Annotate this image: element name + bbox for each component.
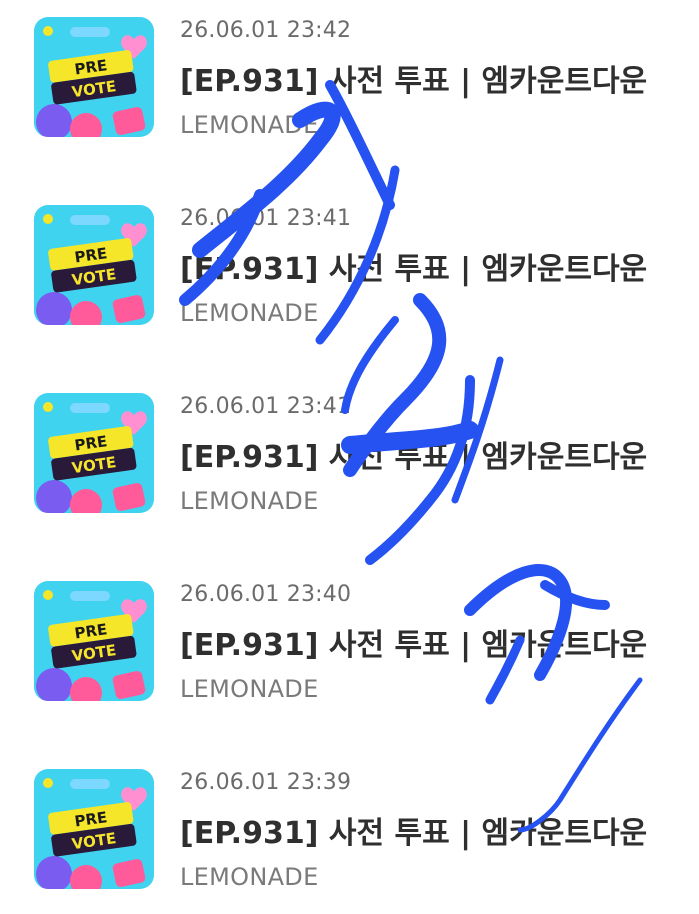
- thumbnail-art: PRE VOTE: [34, 393, 154, 513]
- pre-vote-thumbnail: PRE VOTE: [34, 769, 154, 889]
- pre-vote-thumbnail: PRE VOTE: [34, 581, 154, 701]
- artist-name: LEMONADE: [180, 111, 319, 139]
- artist-name: LEMONADE: [180, 299, 319, 327]
- item-title: [EP.931] 사전 투표 | 엠카운트다운: [180, 628, 648, 663]
- item-title: [EP.931] 사전 투표 | 엠카운트다운: [180, 816, 648, 851]
- artist-name: LEMONADE: [180, 487, 319, 515]
- item-title: [EP.931] 사전 투표 | 엠카운트다운: [180, 64, 648, 99]
- thumbnail-art: PRE VOTE: [34, 17, 154, 137]
- thumbnail-art: PRE VOTE: [34, 769, 154, 889]
- artist-name: LEMONADE: [180, 863, 319, 891]
- timestamp: 26.06.01 23:40: [180, 582, 352, 607]
- timestamp: 26.06.01 23:41: [180, 206, 352, 231]
- list-item[interactable]: PRE VOTE 26.06.01 23:42 [EP.931] 사전 투표 |…: [0, 0, 699, 140]
- list-item[interactable]: PRE VOTE 26.06.01 23:41 [EP.931] 사전 투표 |…: [0, 376, 699, 516]
- item-title: [EP.931] 사전 투표 | 엠카운트다운: [180, 252, 648, 287]
- vote-history-list: PRE VOTE 26.06.01 23:42 [EP.931] 사전 투표 |…: [0, 0, 699, 914]
- list-item[interactable]: PRE VOTE 26.06.01 23:40 [EP.931] 사전 투표 |…: [0, 564, 699, 704]
- timestamp: 26.06.01 23:42: [180, 18, 352, 43]
- item-title: [EP.931] 사전 투표 | 엠카운트다운: [180, 440, 648, 475]
- thumbnail-art: PRE VOTE: [34, 205, 154, 325]
- timestamp: 26.06.01 23:41: [180, 394, 352, 419]
- artist-name: LEMONADE: [180, 675, 319, 703]
- list-item[interactable]: PRE VOTE 26.06.01 23:39 [EP.931] 사전 투표 |…: [0, 752, 699, 892]
- pre-vote-thumbnail: PRE VOTE: [34, 393, 154, 513]
- pre-vote-thumbnail: PRE VOTE: [34, 17, 154, 137]
- list-item[interactable]: PRE VOTE 26.06.01 23:41 [EP.931] 사전 투표 |…: [0, 188, 699, 328]
- thumbnail-art: PRE VOTE: [34, 581, 154, 701]
- timestamp: 26.06.01 23:39: [180, 770, 352, 795]
- pre-vote-thumbnail: PRE VOTE: [34, 205, 154, 325]
